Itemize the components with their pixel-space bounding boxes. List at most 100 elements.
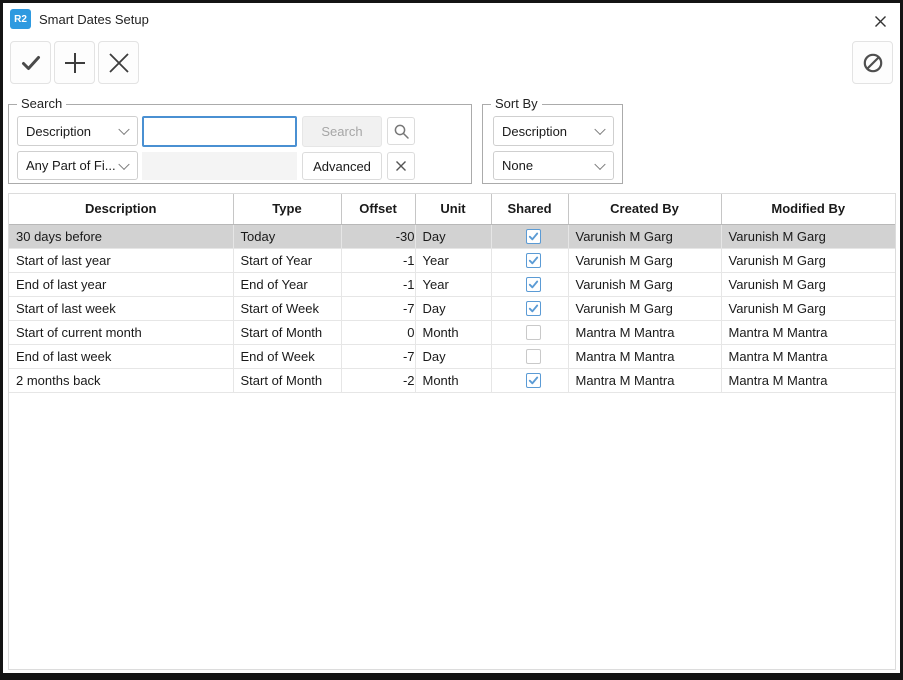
- cell-created_by: Varunish M Garg: [568, 272, 721, 296]
- cell-unit: Day: [415, 224, 491, 248]
- chevron-down-icon: [118, 124, 129, 135]
- cell-created_by: Varunish M Garg: [568, 248, 721, 272]
- x-icon: [106, 50, 132, 76]
- chevron-down-icon: [594, 124, 605, 135]
- title-bar: R2 Smart Dates Setup: [3, 3, 900, 37]
- cell-description: Start of last year: [9, 248, 233, 272]
- cell-shared: [491, 248, 568, 272]
- column-header-shared[interactable]: Shared: [491, 194, 568, 224]
- smart-dates-table: DescriptionTypeOffsetUnitSharedCreated B…: [9, 194, 895, 393]
- dialog-window: R2 Smart Dates Setup: [0, 0, 903, 680]
- column-header-modified-by[interactable]: Modified By: [721, 194, 895, 224]
- sort-primary-value: Description: [502, 124, 567, 139]
- cell-description: 30 days before: [9, 224, 233, 248]
- cell-created_by: Varunish M Garg: [568, 296, 721, 320]
- check-icon: [527, 278, 540, 291]
- cell-description: End of last year: [9, 272, 233, 296]
- cell-created_by: Mantra M Mantra: [568, 320, 721, 344]
- confirm-button[interactable]: [10, 41, 51, 84]
- search-group-label: Search: [17, 96, 66, 111]
- close-icon: [873, 14, 888, 29]
- cell-type: End of Year: [233, 272, 341, 296]
- secondary-search-field-disabled: [142, 152, 297, 180]
- advanced-button[interactable]: Advanced: [302, 152, 382, 180]
- cell-description: Start of last week: [9, 296, 233, 320]
- block-icon: [861, 51, 885, 75]
- check-icon: [527, 374, 540, 387]
- add-button[interactable]: [54, 41, 95, 84]
- check-icon: [527, 230, 540, 243]
- check-icon: [527, 254, 540, 267]
- cell-type: Start of Month: [233, 368, 341, 392]
- window-close-button[interactable]: [869, 10, 891, 32]
- column-header-offset[interactable]: Offset: [341, 194, 415, 224]
- cell-created_by: Varunish M Garg: [568, 224, 721, 248]
- cell-type: Start of Year: [233, 248, 341, 272]
- toolbar: [10, 41, 893, 87]
- cell-offset: -30: [341, 224, 415, 248]
- cell-description: 2 months back: [9, 368, 233, 392]
- shared-checkbox-checked[interactable]: [526, 301, 541, 316]
- search-group: Search Description Search Any Part of Fi…: [8, 104, 472, 184]
- page-title: Smart Dates Setup: [39, 12, 149, 27]
- search-match-value: Any Part of Fi...: [26, 158, 116, 173]
- search-match-select[interactable]: Any Part of Fi...: [17, 151, 138, 180]
- shared-checkbox-checked[interactable]: [526, 373, 541, 388]
- column-header-type[interactable]: Type: [233, 194, 341, 224]
- table-body: 30 days beforeToday-30DayVarunish M Garg…: [9, 224, 895, 392]
- table-row[interactable]: End of last yearEnd of Year-1YearVarunis…: [9, 272, 895, 296]
- table-row[interactable]: End of last weekEnd of Week-7DayMantra M…: [9, 344, 895, 368]
- cell-shared: [491, 296, 568, 320]
- check-icon: [527, 302, 540, 315]
- cell-shared: [491, 272, 568, 296]
- sort-secondary-select[interactable]: None: [493, 151, 614, 180]
- table-row[interactable]: Start of last yearStart of Year-1Year Var…: [9, 248, 895, 272]
- cell-unit: Month: [415, 320, 491, 344]
- column-header-description[interactable]: Description: [9, 194, 233, 224]
- cell-unit: Day: [415, 344, 491, 368]
- sort-primary-select[interactable]: Description: [493, 116, 614, 146]
- shared-checkbox-checked[interactable]: [526, 253, 541, 268]
- cell-offset: -7: [341, 344, 415, 368]
- cell-offset: -2: [341, 368, 415, 392]
- chevron-down-icon: [118, 158, 129, 169]
- column-header-created-by[interactable]: Created By: [568, 194, 721, 224]
- cell-unit: Day: [415, 296, 491, 320]
- cell-modified_by: Varunish M Garg: [721, 272, 895, 296]
- shared-checkbox-unchecked[interactable]: [526, 325, 541, 340]
- check-icon: [19, 51, 43, 75]
- table-row[interactable]: Start of current monthStart of Month0Mon…: [9, 320, 895, 344]
- cell-offset: -1: [341, 248, 415, 272]
- sort-by-group: Sort By Description None: [482, 104, 623, 184]
- smart-dates-grid: DescriptionTypeOffsetUnitSharedCreated B…: [8, 193, 896, 670]
- table-row[interactable]: 30 days beforeToday-30Day Varunish M Garg…: [9, 224, 895, 248]
- table-row[interactable]: Start of last weekStart of Week-7DayVaru…: [9, 296, 895, 320]
- search-field-select[interactable]: Description: [17, 116, 138, 146]
- search-icon-button[interactable]: [387, 117, 415, 145]
- clear-search-button[interactable]: [387, 152, 415, 180]
- shared-checkbox-unchecked[interactable]: [526, 349, 541, 364]
- cell-shared: [491, 224, 568, 248]
- magnifier-icon: [393, 123, 410, 140]
- plus-icon: [62, 50, 88, 76]
- search-input[interactable]: [142, 116, 297, 147]
- cell-modified_by: Varunish M Garg: [721, 296, 895, 320]
- cell-modified_by: Mantra M Mantra: [721, 368, 895, 392]
- cell-type: Start of Week: [233, 296, 341, 320]
- search-button[interactable]: Search: [302, 116, 382, 147]
- cell-offset: -1: [341, 272, 415, 296]
- delete-button[interactable]: [98, 41, 139, 84]
- cell-offset: 0: [341, 320, 415, 344]
- shared-checkbox-checked[interactable]: [526, 277, 541, 292]
- shared-checkbox-checked[interactable]: [526, 229, 541, 244]
- cell-type: Start of Month: [233, 320, 341, 344]
- block-button[interactable]: [852, 41, 893, 84]
- cell-unit: Year: [415, 248, 491, 272]
- cell-created_by: Mantra M Mantra: [568, 368, 721, 392]
- chevron-down-icon: [594, 158, 605, 169]
- cell-modified_by: Mantra M Mantra: [721, 320, 895, 344]
- column-header-unit[interactable]: Unit: [415, 194, 491, 224]
- table-row[interactable]: 2 months backStart of Month-2MonthMantra…: [9, 368, 895, 392]
- cell-type: Today: [233, 224, 341, 248]
- cell-modified_by: Varunish M Garg: [721, 248, 895, 272]
